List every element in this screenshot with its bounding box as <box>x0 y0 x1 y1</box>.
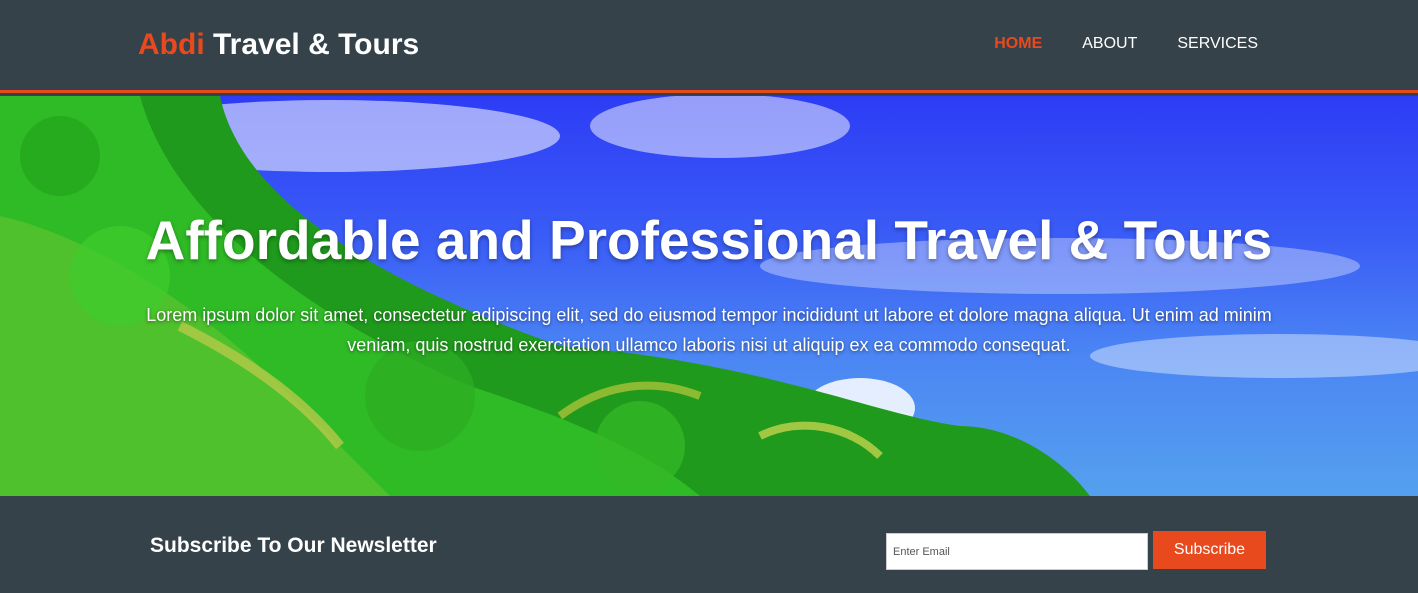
nav-services-link[interactable]: SERVICES <box>1177 35 1258 53</box>
hero-banner: Affordable and Professional Travel & Tou… <box>0 96 1418 496</box>
hero-description: Lorem ipsum dolor sit amet, consectetur … <box>146 305 1272 355</box>
nav-about-link[interactable]: ABOUT <box>1082 35 1137 53</box>
main-nav: HOME ABOUT SERVICES <box>994 35 1258 53</box>
newsletter-heading: Subscribe To Our Newsletter <box>150 534 437 557</box>
hero-title: Affordable and Professional Travel & Tou… <box>145 209 1273 271</box>
brand-name: Travel & Tours <box>213 28 420 61</box>
email-input[interactable] <box>886 533 1148 570</box>
brand-highlight: Abdi <box>138 28 205 61</box>
brand-logo[interactable]: Abdi Travel & Tours <box>138 28 419 62</box>
hero-background-image <box>0 96 1418 496</box>
nav-home-link[interactable]: HOME <box>994 35 1042 53</box>
newsletter-section: Subscribe To Our Newsletter Subscribe <box>0 496 1418 593</box>
subscribe-button[interactable]: Subscribe <box>1153 531 1266 569</box>
site-header: Abdi Travel & Tours HOME ABOUT SERVICES <box>0 0 1418 93</box>
